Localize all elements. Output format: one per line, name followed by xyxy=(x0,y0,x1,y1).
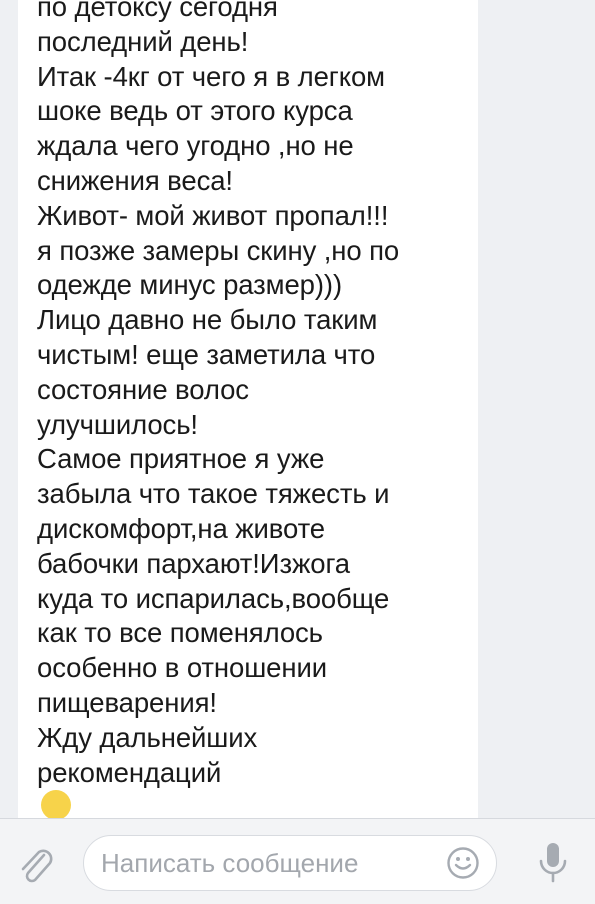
message-line: последний день! xyxy=(37,25,249,57)
compose-bar xyxy=(0,819,595,904)
smiling-face-icon xyxy=(41,790,71,818)
message-line: пищеварения! xyxy=(37,686,217,718)
message-line: улучшилось! xyxy=(37,408,198,440)
message-line: бабочки пархают!Изжога xyxy=(37,547,350,579)
message-line: как то все поменялось xyxy=(37,617,323,649)
message-line: ждала чего угодно ,но не xyxy=(37,130,354,162)
message-input-box[interactable] xyxy=(83,835,497,891)
message-line: Лицо давно не было таким xyxy=(37,304,378,336)
message-line: по детоксу сегодня xyxy=(37,0,278,22)
message-line-partial: рекомендаций xyxy=(37,756,477,818)
message-line: чистым! еще заметила что xyxy=(37,338,376,370)
message-line: Жду дальнейших xyxy=(37,721,258,753)
message-text: по детоксу сегодня последний день! Итак … xyxy=(37,0,477,818)
message-line: я позже замеры скину ,но по xyxy=(37,234,400,266)
paperclip-icon[interactable] xyxy=(14,845,58,889)
microphone-icon[interactable] xyxy=(533,839,573,887)
message-line: состояние волос xyxy=(37,373,249,405)
message-line: снижения веса! xyxy=(37,164,233,196)
message-line: шоке ведь от этого курса xyxy=(37,95,353,127)
message-line: Итак -4кг от чего я в легком xyxy=(37,60,385,92)
smiley-icon[interactable] xyxy=(446,846,480,880)
message-line: Самое приятное я уже xyxy=(37,443,325,475)
message-input[interactable] xyxy=(101,842,431,884)
chat-area: по детоксу сегодня последний день! Итак … xyxy=(0,0,595,818)
message-line: одежде минус размер))) xyxy=(37,269,343,301)
message-line: куда то испарилась,вообще xyxy=(37,582,390,614)
message-line: Живот- мой живот пропал!!! xyxy=(37,199,389,231)
message-line: забыла что такое тяжесть и xyxy=(37,478,390,510)
message-line: особенно в отношении xyxy=(37,652,327,684)
message-line: рекомендаций xyxy=(37,756,222,788)
message-line: дискомфорт,на животе xyxy=(37,512,325,544)
